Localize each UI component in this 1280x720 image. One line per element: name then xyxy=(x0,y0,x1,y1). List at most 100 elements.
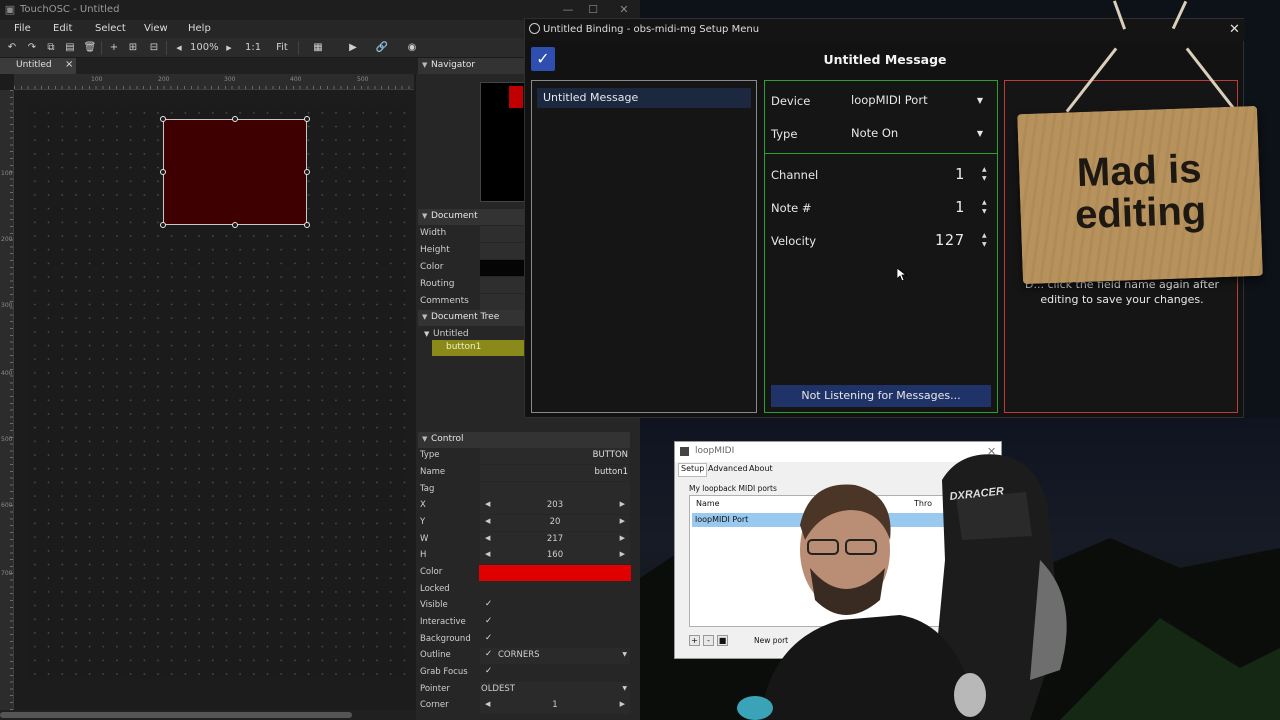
column-header-name[interactable]: Name xyxy=(696,499,720,508)
prop-label: Pointer xyxy=(420,684,450,694)
control-header[interactable]: ▼ Control xyxy=(418,432,630,448)
resize-handle[interactable] xyxy=(232,222,238,228)
increment-icon[interactable]: ▶ xyxy=(620,550,625,558)
prop-interactive[interactable]: Interactive ✓ xyxy=(418,615,630,631)
background-checkbox[interactable]: ✓ xyxy=(480,632,630,648)
channel-spinner[interactable]: ▲ ▼ xyxy=(982,165,990,183)
tab-untitled[interactable]: Untitled × xyxy=(0,58,76,74)
x-stepper[interactable]: ◀ 203 ▶ xyxy=(480,498,630,514)
list-item-message[interactable]: Untitled Message xyxy=(537,88,751,108)
prop-w[interactable]: W ◀ 217 ▶ xyxy=(418,532,630,548)
redo-icon[interactable]: ↷ xyxy=(24,40,40,56)
horizontal-scrollbar[interactable] xyxy=(0,710,416,720)
device-dropdown[interactable]: loopMIDI Port ▼ xyxy=(845,90,989,112)
prop-color[interactable]: Color xyxy=(418,565,631,581)
ratio-button[interactable]: 1:1 xyxy=(245,40,261,56)
outline-dropdown[interactable]: ✓ CORNERS ▼ xyxy=(480,648,630,664)
editor-canvas[interactable]: 100 200 300 400 500 100 200 300 400 500 … xyxy=(0,74,416,710)
play-icon[interactable]: ▶ xyxy=(345,40,361,56)
fit-button[interactable]: Fit xyxy=(274,40,290,56)
prop-label: Background xyxy=(420,634,471,644)
prop-name[interactable]: Name button1 xyxy=(418,465,630,481)
navigator-preview[interactable] xyxy=(480,82,526,202)
menu-select[interactable]: Select xyxy=(95,23,126,34)
stop-port-button[interactable]: ■ xyxy=(717,635,728,646)
prop-y[interactable]: Y ◀ 20 ▶ xyxy=(418,515,630,531)
prop-pointer[interactable]: Pointer OLDEST ▼ xyxy=(418,682,630,698)
close-icon[interactable]: ✕ xyxy=(1229,22,1240,37)
resize-handle[interactable] xyxy=(232,116,238,122)
grid-icon[interactable]: ▦ xyxy=(310,40,326,56)
close-icon[interactable]: ✕ xyxy=(616,2,632,18)
zoom-out-icon[interactable]: ◀ xyxy=(171,40,187,56)
scrollbar-thumb[interactable] xyxy=(0,712,352,718)
button1-control[interactable] xyxy=(160,116,310,228)
channel-value[interactable]: 1 xyxy=(955,165,965,183)
menu-file[interactable]: File xyxy=(14,23,31,34)
prop-grabfocus[interactable]: Grab Focus ✓ xyxy=(418,665,630,681)
copy-icon[interactable]: ⧉ xyxy=(43,40,59,56)
maximize-icon[interactable]: ☐ xyxy=(585,2,601,18)
velocity-spinner[interactable]: ▲ ▼ xyxy=(982,231,990,249)
zoom-in-icon[interactable]: ▶ xyxy=(221,40,237,56)
tab-close-icon[interactable]: × xyxy=(65,59,73,70)
zoom-level[interactable]: 100% xyxy=(190,40,219,56)
note-spinner[interactable]: ▲ ▼ xyxy=(982,198,990,216)
increment-icon[interactable]: ▶ xyxy=(620,700,625,708)
pointer-dropdown[interactable]: OLDEST ▼ xyxy=(480,682,630,698)
message-list[interactable]: Untitled Message xyxy=(531,80,757,413)
increment-icon[interactable]: ▶ xyxy=(620,517,625,525)
remove-port-button[interactable]: - xyxy=(703,635,714,646)
channel-label[interactable]: Channel xyxy=(771,168,818,182)
wifi-icon[interactable]: ◉ xyxy=(404,40,420,56)
interactive-checkbox[interactable]: ✓ xyxy=(480,615,630,631)
link-icon[interactable]: 🔗 xyxy=(374,40,390,56)
menu-edit[interactable]: Edit xyxy=(53,23,72,34)
menu-view[interactable]: View xyxy=(144,23,168,34)
increment-icon[interactable]: ▶ xyxy=(620,534,625,542)
resize-handle[interactable] xyxy=(160,222,166,228)
prop-visible[interactable]: Visible ✓ xyxy=(418,598,630,614)
collapse-triangle-icon: ▼ xyxy=(422,435,428,443)
corner-stepper[interactable]: ◀ 1 ▶ xyxy=(480,698,630,714)
velocity-label[interactable]: Velocity xyxy=(771,234,816,248)
align-icon[interactable]: ⊞ xyxy=(125,40,141,56)
distribute-icon[interactable]: ⊟ xyxy=(146,40,162,56)
tab-setup[interactable]: Setup xyxy=(678,463,708,477)
name-field[interactable]: button1 xyxy=(480,465,630,481)
prop-h[interactable]: H ◀ 160 ▶ xyxy=(418,548,630,564)
listen-button[interactable]: Not Listening for Messages... xyxy=(771,385,991,407)
resize-handle[interactable] xyxy=(304,169,310,175)
resize-handle[interactable] xyxy=(304,222,310,228)
prop-tag[interactable]: Tag xyxy=(418,482,630,498)
velocity-value[interactable]: 127 xyxy=(935,231,965,249)
add-icon[interactable]: + xyxy=(106,40,122,56)
resize-handle[interactable] xyxy=(160,169,166,175)
note-label[interactable]: Note # xyxy=(771,201,812,215)
type-dropdown[interactable]: Note On ▼ xyxy=(845,123,989,145)
paste-icon[interactable]: ▤ xyxy=(62,40,78,56)
prop-background[interactable]: Background ✓ xyxy=(418,632,630,648)
grabfocus-checkbox[interactable]: ✓ xyxy=(480,665,630,681)
note-value[interactable]: 1 xyxy=(955,198,965,216)
w-stepper[interactable]: ◀ 217 ▶ xyxy=(480,532,630,548)
prop-locked[interactable]: Locked xyxy=(418,582,630,598)
y-stepper[interactable]: ◀ 20 ▶ xyxy=(480,515,630,531)
resize-handle[interactable] xyxy=(304,116,310,122)
prop-outline[interactable]: Outline ✓ CORNERS ▼ xyxy=(418,648,630,664)
tree-expand-icon[interactable]: ▼ xyxy=(424,330,429,338)
h-stepper[interactable]: ◀ 160 ▶ xyxy=(480,548,630,564)
minimize-icon[interactable]: — xyxy=(560,2,576,18)
visible-checkbox[interactable]: ✓ xyxy=(480,598,630,614)
prop-corner[interactable]: Corner ◀ 1 ▶ xyxy=(418,698,630,714)
undo-icon[interactable]: ↶ xyxy=(4,40,20,56)
prop-x[interactable]: X ◀ 203 ▶ xyxy=(418,498,630,514)
resize-handle[interactable] xyxy=(160,116,166,122)
delete-icon[interactable]: 🗑 xyxy=(82,40,98,56)
tag-field[interactable] xyxy=(480,482,630,498)
menu-help[interactable]: Help xyxy=(188,23,211,34)
increment-icon[interactable]: ▶ xyxy=(620,500,625,508)
color-swatch[interactable] xyxy=(479,565,631,581)
add-port-button[interactable]: + xyxy=(689,635,700,646)
locked-checkbox[interactable] xyxy=(494,582,630,598)
